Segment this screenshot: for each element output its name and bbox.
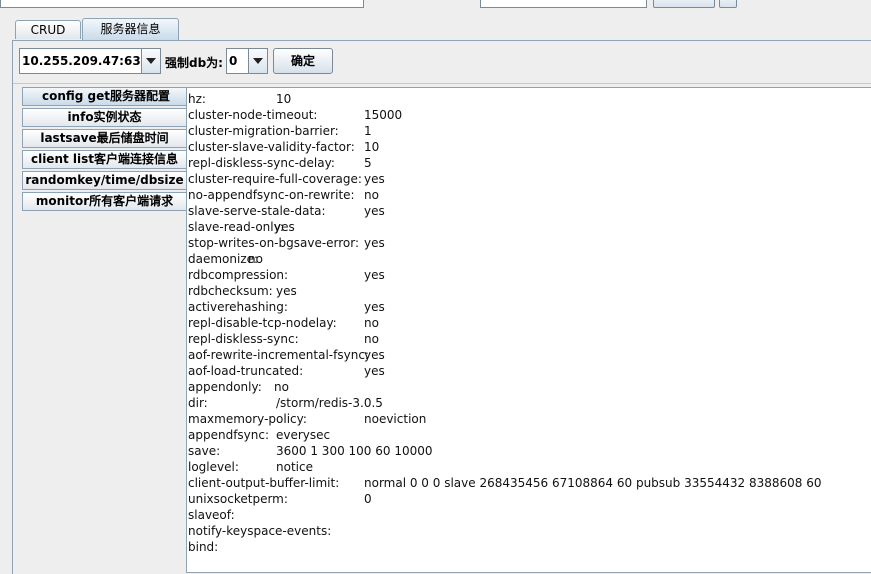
config-value: 10 — [364, 140, 380, 154]
config-value: 10 — [276, 92, 292, 106]
config-key: client-output-buffer-limit: — [188, 476, 340, 490]
tab-randomkey[interactable]: randomkey/time/dbsize — [22, 171, 187, 190]
top-toolbar-strip — [0, 0, 871, 16]
config-value: yes — [364, 348, 385, 362]
side-tab-list: config get服务器配置 info实例状态 lastsave最后储盘时间 … — [22, 87, 189, 213]
host-select-value: 10.255.209.47:6379 — [22, 54, 158, 68]
config-key: loglevel: — [188, 460, 239, 474]
tab-client-list[interactable]: client list客户端连接信息 — [22, 150, 187, 169]
config-key: cluster-migration-barrier: — [188, 124, 339, 138]
db-select[interactable]: 0 — [226, 48, 268, 74]
config-value: no — [248, 252, 263, 266]
config-key: aof-rewrite-incremental-fsync: — [188, 348, 369, 362]
config-key: rdbchecksum: — [188, 284, 273, 298]
tab-server-info[interactable]: 服务器信息 — [82, 18, 179, 40]
config-key: save: — [188, 444, 221, 458]
outer-tab-bar: CRUD 服务器信息 — [0, 18, 871, 40]
config-key: cluster-slave-validity-factor: — [188, 140, 355, 154]
config-value: normal 0 0 0 slave 268435456 67108864 60… — [364, 476, 822, 490]
config-value: 5 — [364, 156, 372, 170]
config-value: yes — [364, 236, 385, 250]
chevron-down-icon[interactable] — [141, 49, 160, 73]
config-value: yes — [364, 172, 385, 186]
tab-info[interactable]: info实例状态 — [22, 108, 187, 127]
config-value: no — [364, 332, 379, 346]
config-value: yes — [276, 284, 297, 298]
config-key: unixsocketperm: — [188, 492, 288, 506]
config-value: no — [364, 316, 379, 330]
top-input-field[interactable] — [0, 0, 364, 8]
tab-config-get[interactable]: config get服务器配置 — [22, 87, 189, 106]
config-key: aof-load-truncated: — [188, 364, 304, 378]
tab-monitor[interactable]: monitor所有客户端请求 — [22, 192, 187, 211]
config-value: no — [274, 380, 289, 394]
config-key: slaveof: — [188, 508, 235, 522]
config-value: 1 — [364, 124, 372, 138]
config-key: hz: — [188, 92, 206, 106]
config-key: bind: — [188, 540, 219, 554]
confirm-button[interactable]: 确定 — [273, 48, 333, 74]
config-key: no-appendfsync-on-rewrite: — [188, 188, 355, 202]
config-key: dir: — [188, 396, 208, 410]
config-key: activerehashing: — [188, 300, 288, 314]
tab-lastsave[interactable]: lastsave最后储盘时间 — [22, 129, 187, 148]
config-key: cluster-require-full-coverage: — [188, 172, 362, 186]
config-value: notice — [276, 460, 313, 474]
config-value: yes — [364, 268, 385, 282]
config-value: everysec — [276, 428, 331, 442]
config-value: noeviction — [364, 412, 427, 426]
config-value: yes — [274, 220, 295, 234]
config-value: no — [364, 188, 379, 202]
config-key: slave-serve-stale-data: — [188, 204, 326, 218]
db-label: 强制db为: — [165, 56, 223, 70]
chevron-down-icon[interactable] — [248, 49, 267, 73]
config-text-area[interactable]: hz: 10 cluster-node-timeout: 15000 cluster-m… — [186, 87, 871, 573]
config-key: repl-diskless-sync: — [188, 332, 299, 346]
config-key: repl-disable-tcp-nodelay: — [188, 316, 337, 330]
config-value: 0 — [364, 492, 372, 506]
top-small-button[interactable] — [719, 0, 737, 8]
tab-crud[interactable]: CRUD — [15, 20, 81, 39]
config-value: yes — [364, 364, 385, 378]
config-key: maxmemory-policy: — [188, 412, 307, 426]
config-key: cluster-node-timeout: — [188, 108, 318, 122]
top-secondary-field[interactable] — [480, 0, 647, 8]
host-select[interactable]: 10.255.209.47:6379 — [19, 48, 161, 74]
config-key: slave-read-only: — [188, 220, 284, 234]
config-value: 15000 — [364, 108, 403, 122]
config-key: appendfsync: — [188, 428, 270, 442]
config-value: /storm/redis-3.0.5 — [276, 396, 383, 410]
top-action-button[interactable] — [653, 0, 715, 8]
config-value: yes — [364, 300, 385, 314]
config-key: repl-diskless-sync-delay: — [188, 156, 335, 170]
config-key: notify-keyspace-events: — [188, 524, 332, 538]
config-key: appendonly: — [188, 380, 262, 394]
config-key: stop-writes-on-bgsave-error: — [188, 236, 360, 250]
toolbar-separator — [13, 83, 871, 84]
redis-client-window: CRUD 服务器信息 10.255.209.47:6379 强制db为: 0 确… — [0, 0, 871, 574]
config-key: rdbcompression: — [188, 268, 289, 282]
config-value: yes — [364, 204, 385, 218]
db-select-value: 0 — [229, 54, 238, 68]
config-value: 3600 1 300 100 60 10000 — [276, 444, 433, 458]
